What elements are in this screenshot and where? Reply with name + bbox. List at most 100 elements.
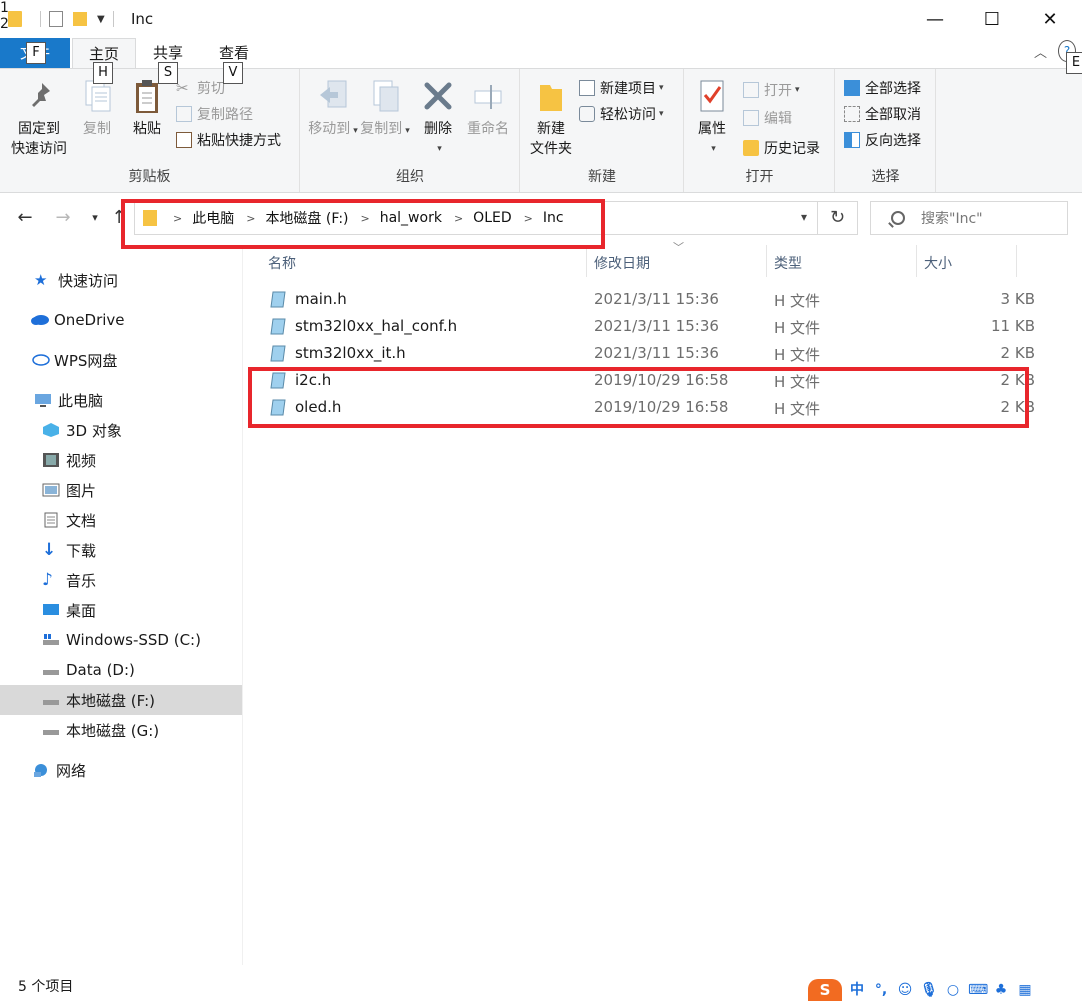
keytip-v: V <box>223 62 243 84</box>
search-ime-icon[interactable]: ○ <box>944 981 962 999</box>
easy-access-button[interactable]: 轻松访问 ▾ <box>579 103 664 125</box>
toolbox-icon[interactable]: ▦ <box>1016 981 1034 999</box>
sidebar-item-wps[interactable]: WPS网盘 <box>0 345 242 375</box>
sidebar-item-drive-d[interactable]: Data (D:) <box>0 655 242 685</box>
properties-check-icon <box>695 77 729 117</box>
column-divider[interactable] <box>916 245 917 277</box>
column-divider[interactable] <box>1016 245 1017 277</box>
language-mode-icon[interactable]: 中 <box>848 981 866 999</box>
delete-label: 删除 <box>424 121 452 137</box>
column-header-size[interactable]: 大小 <box>924 253 952 273</box>
sidebar-item-music[interactable]: ♪ 音乐 <box>0 565 242 595</box>
file-row[interactable]: i2c.h 2019/10/29 16:58 H 文件 2 KB <box>260 367 1035 394</box>
file-name: stm32l0xx_it.h <box>295 344 406 362</box>
pin-label-1: 固定到 <box>18 121 60 137</box>
column-header-name[interactable]: 名称 <box>268 253 296 273</box>
pin-quick-access-button[interactable]: 固定到 快速访问 <box>6 77 72 159</box>
breadcrumb-separator-icon[interactable]: > <box>173 212 182 225</box>
forward-arrow-icon[interactable]: → <box>52 207 74 229</box>
breadcrumb-item[interactable]: hal_work <box>380 210 442 226</box>
sidebar-item-desktop[interactable]: 桌面 <box>0 595 242 625</box>
select-none-button[interactable]: 全部取消 <box>844 103 921 125</box>
breadcrumb-separator-icon[interactable]: > <box>524 212 533 225</box>
sidebar-item-quick-access[interactable]: ★ 快速访问 <box>0 265 242 295</box>
copy-path-button[interactable]: 复制路径 <box>176 103 253 125</box>
breadcrumb-item[interactable]: 本地磁盘 (F:) <box>265 208 348 228</box>
sidebar-item-3d-objects[interactable]: 3D 对象 <box>0 415 242 445</box>
search-placeholder[interactable]: 搜索"Inc" <box>921 208 983 228</box>
sidebar-item-onedrive[interactable]: OneDrive <box>0 305 242 335</box>
emoji-icon[interactable]: ☺ <box>896 981 914 999</box>
new-folder-qat-icon[interactable] <box>73 12 87 26</box>
properties-button[interactable]: 属性 ▾ <box>691 77 733 159</box>
up-arrow-icon[interactable]: ↑ <box>108 207 130 229</box>
properties-qat-icon[interactable] <box>49 11 63 27</box>
collapse-ribbon-icon[interactable]: ︿ <box>1034 42 1047 61</box>
column-header-type[interactable]: 类型 <box>774 253 802 273</box>
divider <box>40 11 41 27</box>
folder-icon <box>8 11 22 27</box>
file-row[interactable]: oled.h 2019/10/29 16:58 H 文件 2 KB <box>260 394 1035 421</box>
select-all-icon <box>844 80 860 96</box>
organize-group-label: 组织 <box>396 169 424 185</box>
paste-button[interactable]: 粘贴 <box>126 77 168 139</box>
sidebar-item-label: 视频 <box>66 451 97 470</box>
sidebar-item-drive-c[interactable]: Windows-SSD (C:) <box>0 625 242 655</box>
open-button[interactable]: 打开 ▾ <box>743 79 800 101</box>
move-to-button[interactable]: 移动到 ▾ <box>305 77 361 141</box>
history-button[interactable]: 历史记录 <box>743 137 820 159</box>
breadcrumb-item[interactable]: 此电脑 <box>192 208 234 228</box>
sidebar-item-pictures[interactable]: 图片 <box>0 475 242 505</box>
column-header-date[interactable]: 修改日期 <box>594 253 650 273</box>
cut-button[interactable]: ✂ 剪切 <box>176 77 225 99</box>
back-arrow-icon[interactable]: ← <box>14 207 36 229</box>
sidebar-item-label: 下载 <box>66 541 97 560</box>
scissors-icon: ✂ <box>176 79 189 97</box>
address-bar[interactable]: > 此电脑 > 本地磁盘 (F:) > hal_work > OLED > In… <box>134 201 818 235</box>
invert-selection-label: 反向选择 <box>865 133 921 149</box>
column-divider[interactable] <box>766 245 767 277</box>
rename-icon <box>471 77 505 117</box>
minimize-button[interactable]: — <box>912 0 958 38</box>
sidebar-item-drive-g[interactable]: 本地磁盘 (G:) <box>0 715 242 745</box>
search-box[interactable]: 搜索"Inc" <box>870 201 1068 235</box>
ime-logo-icon[interactable]: S <box>808 978 842 1001</box>
breadcrumb-separator-icon[interactable]: > <box>361 212 370 225</box>
sidebar-item-network[interactable]: 网络 <box>0 755 242 785</box>
keyboard-icon[interactable]: ⌨ <box>968 981 988 999</box>
breadcrumb-item[interactable]: OLED <box>473 210 511 226</box>
edit-button[interactable]: 编辑 <box>743 107 792 129</box>
file-row[interactable]: main.h 2021/3/11 15:36 H 文件 3 KB <box>260 286 1035 313</box>
sidebar-item-documents[interactable]: 文档 <box>0 505 242 535</box>
address-dropdown-chevron-icon[interactable]: ▾ <box>801 210 807 224</box>
column-divider[interactable] <box>586 245 587 277</box>
file-row[interactable]: stm32l0xx_hal_conf.h 2021/3/11 15:36 H 文… <box>260 313 1035 340</box>
delete-button[interactable]: 删除 ▾ <box>417 77 459 159</box>
microphone-icon[interactable]: 🎙 <box>920 981 938 999</box>
new-folder-button[interactable]: 新建 文件夹 <box>525 77 577 159</box>
select-all-button[interactable]: 全部选择 <box>844 77 921 99</box>
select-none-label: 全部取消 <box>865 107 921 123</box>
sidebar-item-drive-f[interactable]: 本地磁盘 (F:) <box>0 685 242 715</box>
close-button[interactable]: ✕ <box>1027 0 1073 38</box>
customize-qat-icon[interactable]: ▼ <box>97 14 105 25</box>
breadcrumb-item[interactable]: Inc <box>543 210 564 226</box>
recent-locations-chevron-icon[interactable]: ▾ <box>84 207 106 229</box>
rename-button[interactable]: 重命名 <box>463 77 513 139</box>
copy-to-button[interactable]: 复制到 ▾ <box>357 77 413 141</box>
skin-icon[interactable]: ♣ <box>992 981 1010 999</box>
new-item-button[interactable]: 新建项目 ▾ <box>579 77 664 99</box>
punctuation-icon[interactable]: °, <box>872 981 890 999</box>
dropdown-caret-icon: ▾ <box>659 109 664 119</box>
sidebar-item-this-pc[interactable]: 此电脑 <box>0 385 242 415</box>
sidebar-item-downloads[interactable]: ↓ 下载 <box>0 535 242 565</box>
breadcrumb-separator-icon[interactable]: > <box>246 212 255 225</box>
refresh-icon[interactable]: ↻ <box>818 201 858 235</box>
breadcrumb-separator-icon[interactable]: > <box>454 212 463 225</box>
paste-shortcut-button[interactable]: 粘贴快捷方式 <box>176 129 281 151</box>
copy-button[interactable]: 复制 <box>76 77 118 139</box>
sidebar-item-videos[interactable]: 视频 <box>0 445 242 475</box>
maximize-button[interactable]: ☐ <box>969 0 1015 38</box>
file-row[interactable]: stm32l0xx_it.h 2021/3/11 15:36 H 文件 2 KB <box>260 340 1035 367</box>
invert-selection-button[interactable]: 反向选择 <box>844 129 921 151</box>
